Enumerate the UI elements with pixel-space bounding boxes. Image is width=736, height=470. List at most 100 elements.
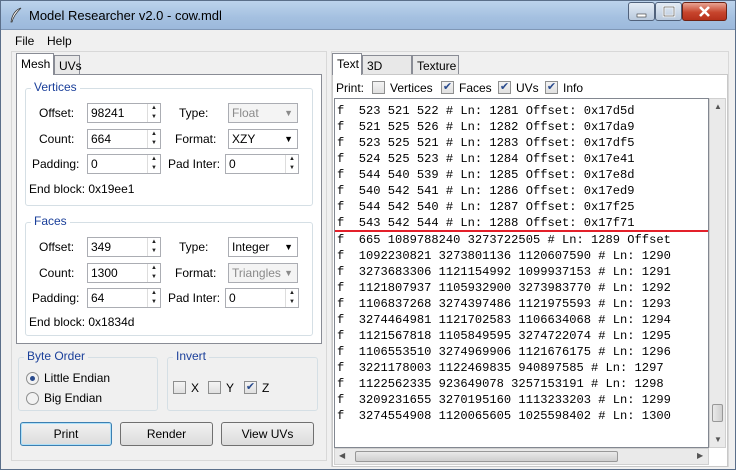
text-line: f 1121567818 1105849595 3274722074 # Ln:… bbox=[337, 329, 671, 343]
tab-texture[interactable]: Texture bbox=[412, 55, 459, 75]
tab-uvs[interactable]: UVs bbox=[54, 55, 82, 75]
faces-end-block: End block: 0x1834d bbox=[29, 315, 135, 329]
faces-type-label: Type: bbox=[179, 240, 209, 254]
spin-arrows-icon[interactable]: ▲ ▼ bbox=[285, 289, 298, 307]
text-line: f 523 525 521 # Ln: 1283 Offset: 0x17df5 bbox=[337, 136, 635, 150]
print-uvs-label[interactable]: UVs bbox=[516, 81, 539, 95]
faces-format-combo[interactable]: Triangles ▼ bbox=[228, 263, 298, 283]
vertices-format-value: XZY bbox=[232, 132, 256, 146]
invert-y-label[interactable]: Y bbox=[226, 381, 234, 395]
faces-offset-value: 349 bbox=[91, 240, 112, 254]
menu-help[interactable]: Help bbox=[47, 34, 72, 48]
spin-arrows-icon[interactable]: ▲ ▼ bbox=[147, 130, 160, 148]
print-options-label: Print: bbox=[336, 81, 365, 95]
vertices-type-label: Type: bbox=[179, 106, 209, 120]
print-faces-label[interactable]: Faces bbox=[459, 81, 492, 95]
minimize-icon bbox=[636, 13, 647, 18]
vertices-count-spinbox[interactable]: 664 ▲ ▼ bbox=[87, 129, 161, 149]
faces-padding-value: 64 bbox=[91, 291, 105, 305]
faces-pad-inter-spinbox[interactable]: 0 ▲ ▼ bbox=[225, 288, 299, 308]
spin-arrows-icon[interactable]: ▲ ▼ bbox=[147, 238, 160, 256]
text-line: f 524 525 523 # Ln: 1284 Offset: 0x17e41 bbox=[337, 152, 635, 166]
faces-count-value: 1300 bbox=[91, 266, 118, 280]
invert-z-label[interactable]: Z bbox=[262, 381, 269, 395]
print-button[interactable]: Print bbox=[20, 422, 112, 446]
faces-count-spinbox[interactable]: 1300 ▲ ▼ bbox=[87, 263, 161, 283]
big-endian-radio[interactable] bbox=[26, 392, 39, 405]
minimize-button[interactable] bbox=[628, 2, 655, 21]
print-uvs-checkbox[interactable]: ✔ bbox=[498, 81, 511, 94]
invert-y-checkbox[interactable] bbox=[208, 381, 221, 394]
chevron-down-icon: ▼ bbox=[284, 268, 293, 278]
scroll-down-icon[interactable]: ▼ bbox=[714, 435, 722, 444]
close-icon bbox=[699, 6, 710, 17]
maximize-button[interactable] bbox=[655, 2, 682, 21]
close-button[interactable] bbox=[682, 2, 727, 21]
byte-order-legend: Byte Order bbox=[24, 349, 89, 363]
invert-x-checkbox[interactable] bbox=[173, 381, 186, 394]
vertices-pad-inter-spinbox[interactable]: 0 ▲ ▼ bbox=[225, 154, 299, 174]
text-line: f 1121807937 1105932900 3273983770 # Ln:… bbox=[337, 281, 671, 295]
print-vertices-checkbox[interactable] bbox=[372, 81, 385, 94]
vertices-offset-spinbox[interactable]: 98241 ▲ ▼ bbox=[87, 103, 161, 123]
view-uvs-button[interactable]: View UVs bbox=[221, 422, 314, 446]
text-line: f 3273683306 1121154992 1099937153 # Ln:… bbox=[337, 265, 671, 279]
scroll-up-icon[interactable]: ▲ bbox=[714, 102, 722, 111]
spin-arrows-icon[interactable]: ▲ ▼ bbox=[147, 264, 160, 282]
scroll-left-icon[interactable]: ◀ bbox=[339, 451, 345, 460]
print-vertices-label[interactable]: Vertices bbox=[390, 81, 433, 95]
scroll-right-icon[interactable]: ▶ bbox=[697, 451, 703, 460]
vertices-count-value: 664 bbox=[91, 132, 112, 146]
text-line: f 3221178003 1122469835 940897585 # Ln: … bbox=[337, 361, 664, 375]
text-line: f 3209231655 3270195160 1113233203 # Ln:… bbox=[337, 393, 671, 407]
vertical-scrollbar[interactable]: ▲ ▼ bbox=[709, 98, 726, 448]
faces-padding-label: Padding: bbox=[32, 291, 80, 305]
print-info-label[interactable]: Info bbox=[563, 81, 583, 95]
vertical-scroll-thumb[interactable] bbox=[712, 404, 723, 422]
text-line: f 665 1089788240 3273722505 # Ln: 1289 O… bbox=[337, 233, 671, 247]
big-endian-label[interactable]: Big Endian bbox=[44, 391, 102, 405]
vertices-legend: Vertices bbox=[31, 80, 80, 94]
faces-pad-inter-value: 0 bbox=[229, 291, 236, 305]
menu-file[interactable]: File bbox=[15, 34, 34, 48]
vertices-type-combo[interactable]: Float ▼ bbox=[228, 103, 298, 123]
text-line: f 521 525 526 # Ln: 1282 Offset: 0x17da9 bbox=[337, 120, 635, 134]
vertices-padding-value: 0 bbox=[91, 157, 98, 171]
vertices-padding-label: Padding: bbox=[32, 157, 80, 171]
little-endian-radio[interactable] bbox=[26, 372, 39, 385]
vertices-padding-spinbox[interactable]: 0 ▲ ▼ bbox=[87, 154, 161, 174]
spin-arrows-icon[interactable]: ▲ ▼ bbox=[147, 104, 160, 122]
chevron-down-icon: ▼ bbox=[284, 108, 293, 118]
print-faces-checkbox[interactable]: ✔ bbox=[441, 81, 454, 94]
spin-arrows-icon[interactable]: ▲ ▼ bbox=[285, 155, 298, 173]
text-line: f 1122562335 923649078 3257153191 # Ln: … bbox=[337, 377, 664, 391]
invert-z-checkbox[interactable]: ✔ bbox=[244, 381, 257, 394]
faces-type-combo[interactable]: Integer ▼ bbox=[228, 237, 298, 257]
text-line: f 544 542 540 # Ln: 1287 Offset: 0x17f25 bbox=[337, 200, 635, 214]
tab-text[interactable]: Text bbox=[332, 53, 362, 75]
text-line: f 3274554908 1120065605 1025598402 # Ln:… bbox=[337, 409, 671, 423]
spin-arrows-icon[interactable]: ▲ ▼ bbox=[147, 289, 160, 307]
faces-format-value: Triangles bbox=[232, 266, 281, 280]
vertices-count-label: Count: bbox=[39, 132, 75, 146]
vertices-offset-value: 98241 bbox=[91, 106, 125, 120]
tab-mesh[interactable]: Mesh bbox=[16, 53, 54, 75]
little-endian-label[interactable]: Little Endian bbox=[44, 371, 110, 385]
title-bar[interactable]: Model Researcher v2.0 - cow.mdl bbox=[1, 1, 735, 30]
app-window: Model Researcher v2.0 - cow.mdl File Hel… bbox=[0, 0, 736, 470]
render-button[interactable]: Render bbox=[120, 422, 213, 446]
invert-x-label[interactable]: X bbox=[191, 381, 199, 395]
output-text-area[interactable]: f 523 521 522 # Ln: 1281 Offset: 0x17d5d… bbox=[334, 98, 709, 448]
menu-bar: File Help bbox=[1, 31, 735, 51]
horizontal-scroll-thumb[interactable] bbox=[355, 451, 618, 462]
horizontal-scrollbar[interactable]: ◀ ▶ bbox=[334, 448, 709, 465]
checkmark-icon: ✔ bbox=[245, 381, 256, 393]
faces-offset-spinbox[interactable]: 349 ▲ ▼ bbox=[87, 237, 161, 257]
faces-padding-spinbox[interactable]: 64 ▲ ▼ bbox=[87, 288, 161, 308]
text-line: f 1106553510 3274969906 1121676175 # Ln:… bbox=[337, 345, 671, 359]
spin-arrows-icon[interactable]: ▲ ▼ bbox=[147, 155, 160, 173]
print-info-checkbox[interactable]: ✔ bbox=[545, 81, 558, 94]
vertices-format-combo[interactable]: XZY ▼ bbox=[228, 129, 298, 149]
tab-3d-view[interactable]: 3D View bbox=[362, 55, 412, 87]
window-title: Model Researcher v2.0 - cow.mdl bbox=[29, 8, 222, 23]
